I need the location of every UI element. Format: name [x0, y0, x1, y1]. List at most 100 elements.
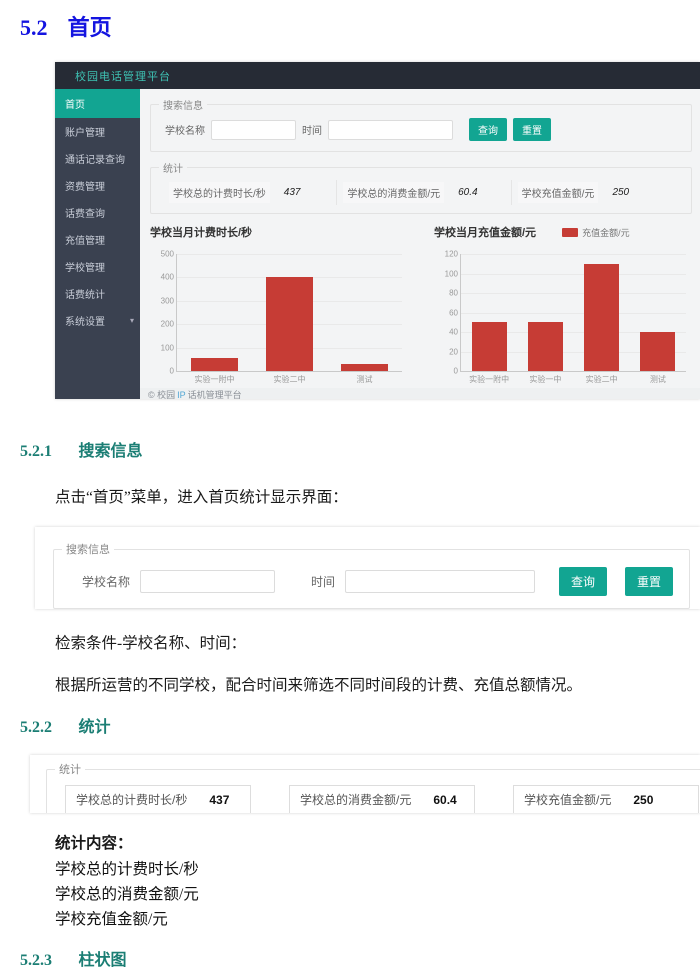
y-axis-tick-label: 20 — [449, 347, 458, 356]
stat-value: 437 — [284, 187, 301, 198]
app-title: 校园电话管理平台 — [75, 68, 171, 84]
sidebar-item-账户管理[interactable]: 账户管理 — [55, 118, 140, 145]
bar-chart-billing: 0100200300400500实验一附中实验二中测试 — [176, 254, 402, 372]
paragraph-description: 根据所运营的不同学校，配合时间来筛选不同时间段的计费、充值总额情况。 — [55, 673, 700, 695]
stat-label: 学校总的消费金额/元 — [343, 182, 444, 203]
y-axis-tick-label: 100 — [445, 269, 458, 278]
x-axis-label: 测试 — [650, 374, 666, 385]
bar-slot: 实验一附中 — [461, 254, 517, 371]
y-axis-tick-label: 120 — [445, 250, 458, 259]
stats-panel: 统计 学校总的计费时长/秒437学校总的消费金额/元60.4学校充值金额/元25… — [46, 761, 700, 813]
sidebar: 首页账户管理通话记录查询资费管理话费查询充值管理学校管理话费统计系统设置 ▾ — [55, 89, 140, 399]
heading-title: 搜索信息 — [78, 443, 142, 460]
bar-slot: 测试 — [630, 254, 686, 371]
stats-panel-legend: 统计 — [159, 160, 187, 175]
sidebar-item-label: 学校管理 — [65, 259, 105, 274]
reset-button[interactable]: 重置 — [625, 567, 673, 596]
stat-value: 60.4 — [458, 187, 477, 198]
search-panel-legend: 搜索信息 — [159, 97, 207, 112]
stat-label: 学校总的计费时长/秒 — [169, 182, 270, 203]
school-name-label: 学校名称 — [165, 122, 205, 137]
chart-title: 学校当月充值金额/元 — [434, 224, 536, 240]
stat-label: 学校总的消费金额/元 — [300, 791, 411, 808]
heading-number: 5.2.1 — [20, 443, 52, 460]
heading-number: 5.2.3 — [20, 952, 52, 969]
heading-number: 5.2 — [20, 15, 48, 40]
sidebar-item-label: 账户管理 — [65, 124, 105, 139]
stat-item: 学校总的计费时长/秒437 — [65, 785, 251, 813]
stat-value: 250 — [633, 793, 653, 807]
sidebar-item-资费管理[interactable]: 资费管理 — [55, 172, 140, 199]
paragraph-criteria: 检索条件-学校名称、时间： — [55, 631, 700, 653]
sidebar-item-系统设置[interactable]: 系统设置 ▾ — [55, 307, 140, 334]
time-input[interactable] — [345, 570, 535, 593]
school-name-input[interactable] — [211, 120, 296, 140]
stats-panel: 统计 学校总的计费时长/秒 437 学校总的消费金额/元 60.4 学校充值金额/元25… — [150, 160, 692, 214]
x-axis-label: 实验一附中 — [469, 374, 509, 385]
y-axis-tick-label: 80 — [449, 289, 458, 298]
search-panel-legend: 搜索信息 — [62, 541, 114, 557]
heading-title: 统计 — [78, 719, 110, 736]
stats-content-lines: 学校总的计费时长/秒 学校总的消费金额/元 学校充值金额/元 — [55, 857, 700, 932]
stats-row: 学校总的计费时长/秒 437 学校总的消费金额/元 60.4 学校充值金额/元250 — [151, 175, 691, 213]
bars-container: 实验一附中实验二中测试 — [177, 254, 402, 371]
school-name-label: 学校名称 — [82, 573, 130, 590]
bar-slot: 实验二中 — [252, 254, 327, 371]
stats-line: 学校总的计费时长/秒 — [55, 857, 700, 882]
sidebar-item-充值管理[interactable]: 充值管理 — [55, 226, 140, 253]
stats-line: 学校充值金额/元 — [55, 907, 700, 932]
footer-text: 话机管理平台 — [188, 388, 242, 399]
bar-slot: 实验一附中 — [177, 254, 252, 371]
sidebar-item-label: 话费统计 — [65, 286, 105, 301]
bar-实验一附中 — [472, 322, 507, 371]
stats-line: 学校总的消费金额/元 — [55, 882, 700, 907]
stats-screenshot: 统计 学校总的计费时长/秒437学校总的消费金额/元60.4学校充值金额/元25… — [30, 755, 700, 813]
y-axis-tick-label: 500 — [161, 250, 174, 259]
x-axis-label: 测试 — [357, 374, 373, 385]
stats-content-title: 统计内容： — [55, 831, 700, 853]
search-screenshot: 搜索信息 学校名称 时间 查询 重置 统计 — [35, 527, 700, 609]
legend-label: 充值金额/元 — [582, 226, 630, 239]
stat-label: 学校充值金额/元 — [524, 791, 611, 808]
sidebar-item-话费查询[interactable]: 话费查询 — [55, 199, 140, 226]
x-axis-label: 实验一中 — [529, 374, 561, 385]
query-button[interactable]: 查询 — [469, 118, 507, 141]
search-panel: 搜索信息 学校名称 时间 查询 重置 — [53, 541, 690, 609]
bar-实验一附中 — [191, 358, 238, 371]
sidebar-item-label: 系统设置 — [65, 313, 105, 328]
x-axis-label: 实验二中 — [274, 374, 306, 385]
y-axis-tick-label: 0 — [454, 367, 458, 376]
sidebar-item-label: 充值管理 — [65, 232, 105, 247]
sidebar-item-话费统计[interactable]: 话费统计 — [55, 280, 140, 307]
heading-title: 柱状图 — [78, 952, 126, 969]
school-name-input[interactable] — [140, 570, 275, 593]
stat-item: 学校总的消费金额/元60.4 — [289, 785, 475, 813]
x-axis-label: 实验二中 — [586, 374, 618, 385]
y-axis-tick-label: 40 — [449, 328, 458, 337]
chart-title: 学校当月计费时长/秒 — [150, 224, 252, 240]
chart-legend: 充值金额/元 — [562, 226, 630, 239]
chart-recharge-amount: 学校当月充值金额/元 充值金额/元 020406080100120实验一附中实验… — [434, 224, 692, 388]
time-input[interactable] — [328, 120, 453, 140]
stat-value: 437 — [209, 793, 229, 807]
sidebar-item-label: 通话记录查询 — [65, 151, 125, 166]
stat-item: 学校充值金额/元250 — [512, 180, 685, 205]
chevron-down-icon: ▾ — [130, 316, 134, 325]
stats-row: 学校总的计费时长/秒437 学校总的消费金额/元60.4 学校充值金额/元 250 — [47, 777, 700, 813]
bar-slot: 实验一中 — [517, 254, 573, 371]
reset-button[interactable]: 重置 — [513, 118, 551, 141]
heading-number: 5.2.2 — [20, 719, 52, 736]
footer-link[interactable]: IP — [177, 390, 186, 400]
stat-item: 学校总的计费时长/秒 437 — [163, 180, 337, 205]
bar-slot: 测试 — [327, 254, 402, 371]
sidebar-item-通话记录查询[interactable]: 通话记录查询 — [55, 145, 140, 172]
sidebar-item-学校管理[interactable]: 学校管理 — [55, 253, 140, 280]
sidebar-item-label: 资费管理 — [65, 178, 105, 193]
heading-5-2-1: 5.2.1 搜索信息 — [20, 437, 700, 461]
query-button[interactable]: 查询 — [559, 567, 607, 596]
legend-swatch-icon — [562, 228, 578, 237]
sidebar-item-首页[interactable]: 首页 — [55, 89, 140, 118]
y-axis-tick-label: 60 — [449, 308, 458, 317]
bar-chart-recharge: 020406080100120实验一附中实验一中实验二中测试 — [460, 254, 686, 372]
heading-5-2: 5.2 首页 — [20, 10, 700, 42]
